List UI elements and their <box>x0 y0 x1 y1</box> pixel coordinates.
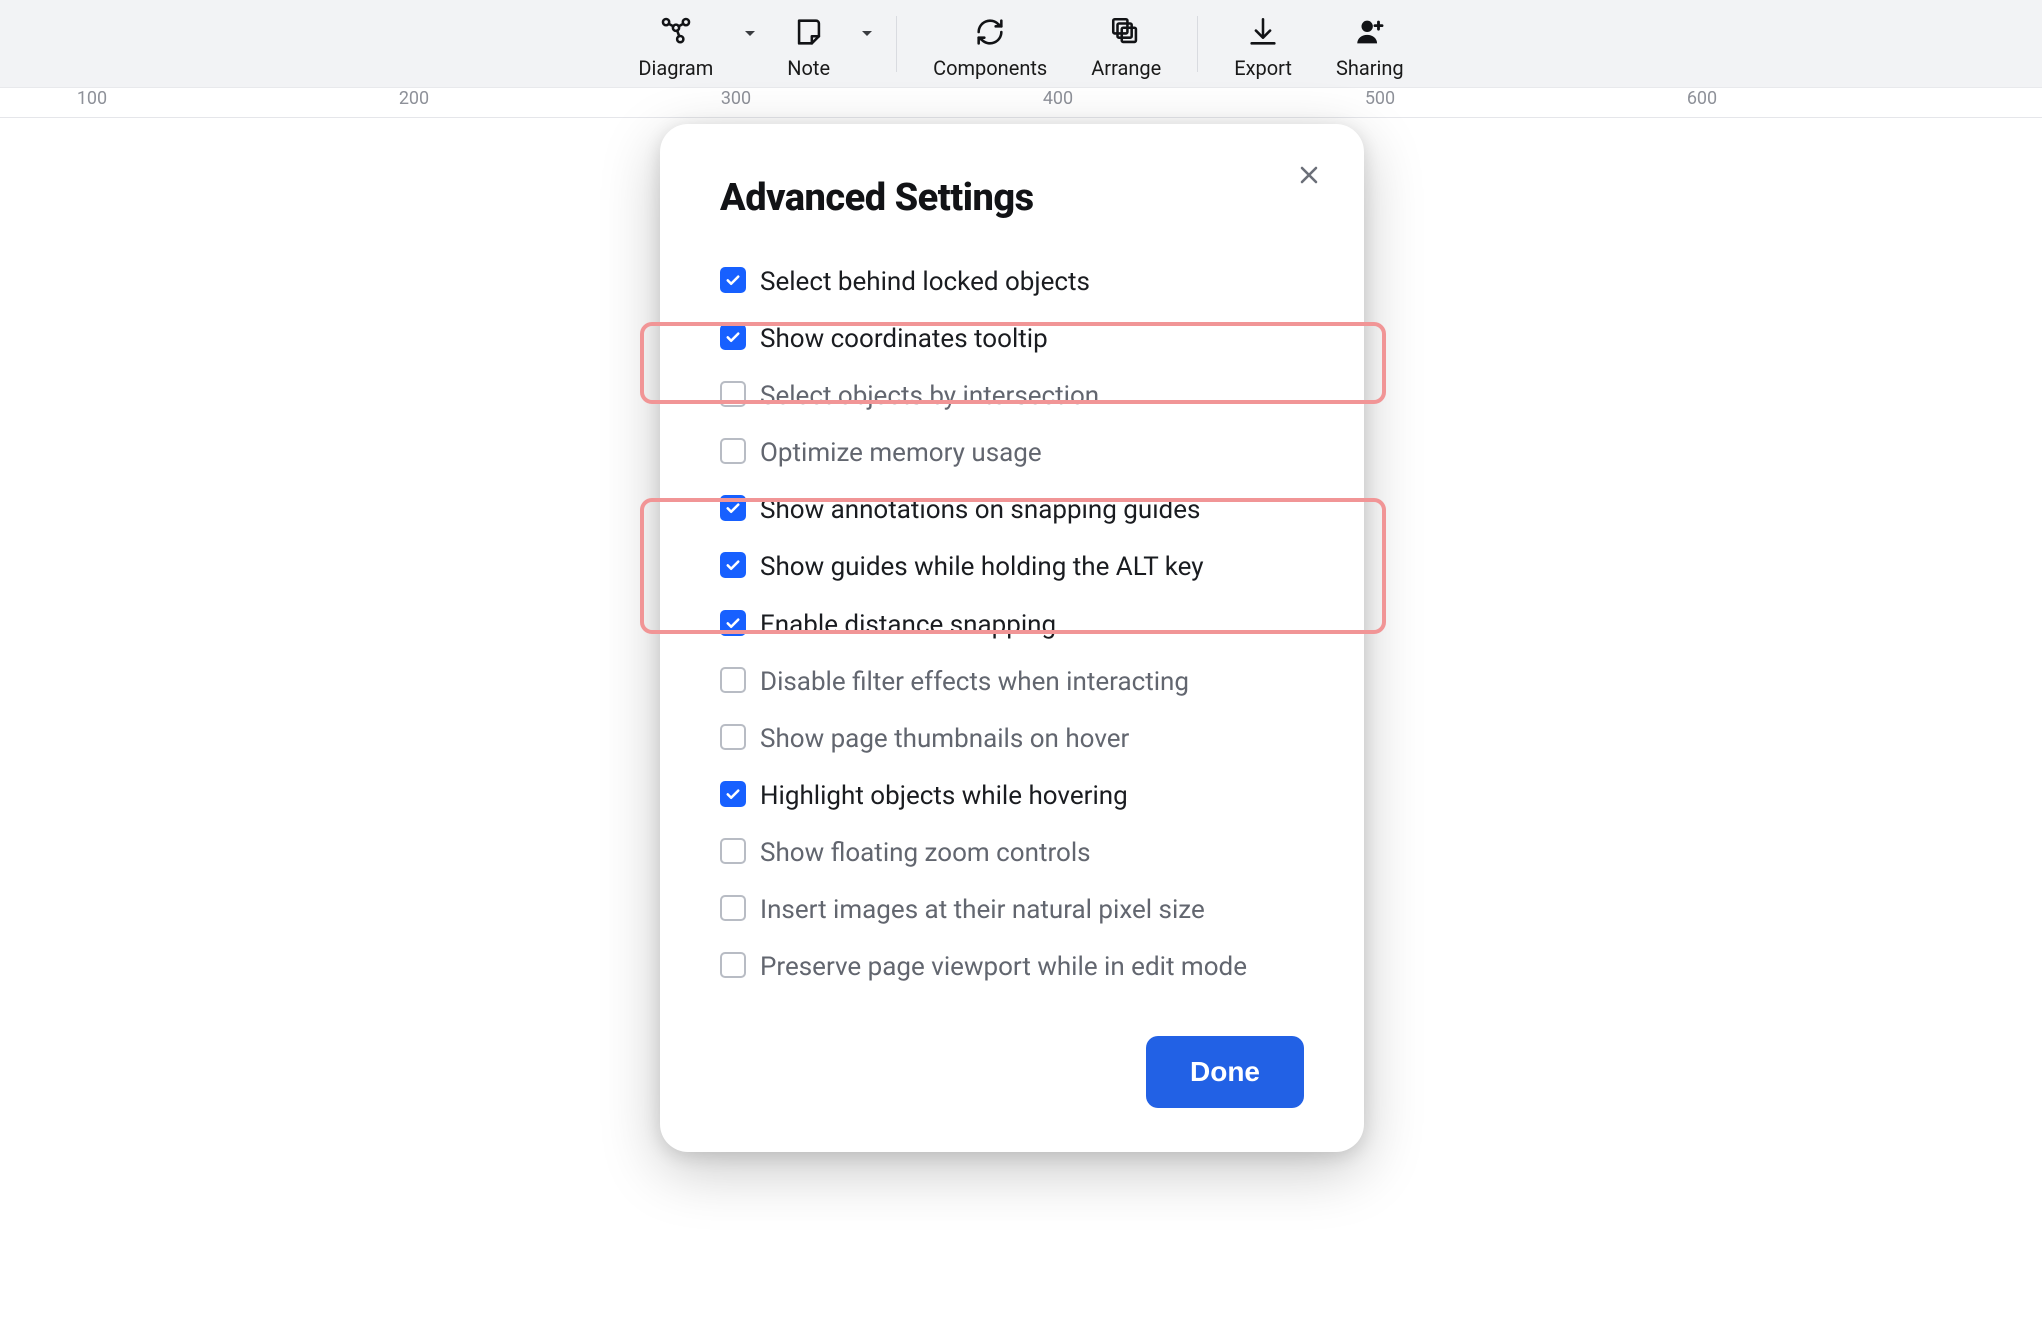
toolbar-diagram[interactable]: Diagram <box>616 4 735 84</box>
nodes-icon <box>659 10 693 54</box>
toolbar-separator <box>896 16 897 72</box>
option-snap-annotations: Show annotations on snapping guides <box>720 482 1304 539</box>
refresh-icon <box>973 10 1007 54</box>
option-page-thumbs: Show page thumbnails on hover <box>720 711 1304 768</box>
done-button[interactable]: Done <box>1146 1036 1304 1108</box>
toolbar-components[interactable]: Components <box>911 4 1069 84</box>
ruler-tick: 100 <box>77 88 107 109</box>
option-label: Show coordinates tooltip <box>760 322 1048 357</box>
option-label: Show floating zoom controls <box>760 836 1091 871</box>
checkbox-natural-size[interactable] <box>720 895 746 921</box>
close-button[interactable] <box>1294 160 1324 190</box>
checkbox-floating-zoom[interactable] <box>720 838 746 864</box>
horizontal-ruler: 100 200 300 400 500 600 <box>0 88 2042 118</box>
option-label: Insert images at their natural pixel siz… <box>760 893 1205 928</box>
checkbox-coords-tooltip[interactable] <box>720 324 746 350</box>
ruler-tick: 400 <box>1043 88 1073 109</box>
option-label: Highlight objects while hovering <box>760 779 1128 814</box>
toolbar-label: Sharing <box>1336 56 1404 80</box>
option-label: Disable filter effects when interacting <box>760 665 1189 700</box>
checkbox-distance-snap[interactable] <box>720 610 746 636</box>
toolbar-sharing[interactable]: Sharing <box>1314 4 1426 84</box>
ruler-tick: 200 <box>399 88 429 109</box>
option-optimize-mem: Optimize memory usage <box>720 425 1304 482</box>
close-icon <box>1297 163 1321 187</box>
toolbar-label: Note <box>787 56 830 80</box>
option-label: Select objects by intersection <box>760 379 1099 414</box>
checkbox-disable-filter[interactable] <box>720 667 746 693</box>
dropdown-caret-icon[interactable] <box>735 29 765 39</box>
ruler-tick: 500 <box>1365 88 1395 109</box>
option-coords-tooltip: Show coordinates tooltip <box>720 311 1304 368</box>
option-label: Preserve page viewport while in edit mod… <box>760 950 1247 985</box>
option-highlight-hover: Highlight objects while hovering <box>720 768 1304 825</box>
option-disable-filter: Disable filter effects when interacting <box>720 654 1304 711</box>
download-icon <box>1246 10 1280 54</box>
person-plus-icon <box>1353 10 1387 54</box>
note-icon <box>792 10 826 54</box>
toolbar-label: Arrange <box>1091 56 1161 80</box>
checkbox-alt-guides[interactable] <box>720 552 746 578</box>
option-select-behind: Select behind locked objects <box>720 254 1304 311</box>
arrange-icon <box>1109 10 1143 54</box>
checkbox-page-thumbs[interactable] <box>720 724 746 750</box>
checkbox-snap-annotations[interactable] <box>720 495 746 521</box>
ruler-tick: 600 <box>1687 88 1717 109</box>
toolbar-separator <box>1197 16 1198 72</box>
option-label: Show page thumbnails on hover <box>760 722 1129 757</box>
toolbar-label: Diagram <box>638 56 713 80</box>
checkbox-highlight-hover[interactable] <box>720 781 746 807</box>
option-intersection: Select objects by intersection <box>720 368 1304 425</box>
option-alt-guides: Show guides while holding the ALT key <box>720 539 1304 596</box>
modal-title: Advanced Settings <box>720 176 1304 220</box>
checkbox-select-behind[interactable] <box>720 267 746 293</box>
toolbar-label: Export <box>1234 56 1292 80</box>
dropdown-caret-icon[interactable] <box>852 29 882 39</box>
toolbar-arrange[interactable]: Arrange <box>1069 4 1183 84</box>
toolbar: Diagram Note Components Arrange Export Sharin… <box>0 0 2042 88</box>
option-natural-size: Insert images at their natural pixel siz… <box>720 882 1304 939</box>
option-label: Enable distance snapping <box>760 608 1056 643</box>
option-floating-zoom: Show floating zoom controls <box>720 825 1304 882</box>
toolbar-note[interactable]: Note <box>765 4 852 84</box>
checkbox-preserve-viewport[interactable] <box>720 952 746 978</box>
option-label: Show guides while holding the ALT key <box>760 550 1204 585</box>
option-label: Show annotations on snapping guides <box>760 493 1200 528</box>
toolbar-label: Components <box>933 56 1047 80</box>
option-distance-snap: Enable distance snapping <box>720 597 1304 654</box>
toolbar-export[interactable]: Export <box>1212 4 1314 84</box>
advanced-settings-modal: Advanced Settings Select behind locked o… <box>660 124 1364 1152</box>
option-label: Optimize memory usage <box>760 436 1042 471</box>
ruler-tick: 300 <box>721 88 751 109</box>
option-preserve-viewport: Preserve page viewport while in edit mod… <box>720 939 1304 996</box>
checkbox-optimize-mem[interactable] <box>720 438 746 464</box>
option-label: Select behind locked objects <box>760 265 1090 300</box>
checkbox-intersection[interactable] <box>720 381 746 407</box>
